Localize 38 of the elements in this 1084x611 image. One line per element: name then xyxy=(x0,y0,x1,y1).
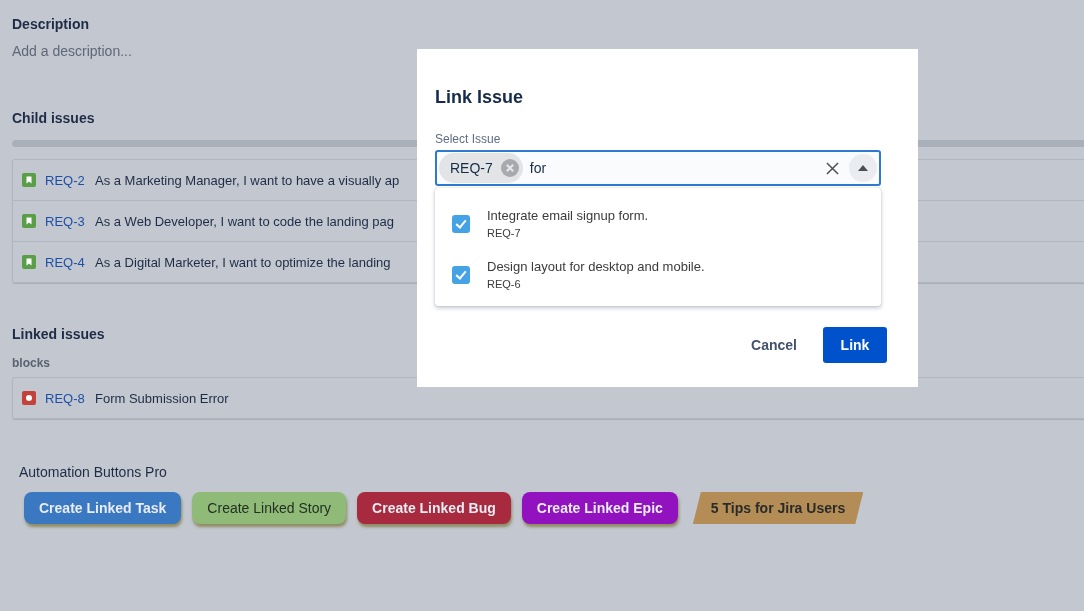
relation-label: blocks xyxy=(12,356,51,370)
issue-key-link[interactable]: REQ-8 xyxy=(45,390,95,406)
bookmark-icon xyxy=(22,173,36,187)
issue-key-link[interactable]: REQ-2 xyxy=(45,172,95,188)
automation-button[interactable]: Create Linked Story xyxy=(192,492,347,524)
option-title[interactable]: Integrate email signup form. xyxy=(487,208,649,223)
automation-button[interactable]: Create Linked Task xyxy=(24,492,182,524)
section-heading: Automation Buttons Pro xyxy=(19,464,168,480)
bug-icon xyxy=(22,391,36,405)
issue-summary: As a Marketing Manager, I want to have a visually ap xyxy=(95,172,400,188)
checkbox[interactable] xyxy=(452,214,470,233)
option-title[interactable]: Design layout for desktop and mobile. xyxy=(487,259,705,274)
automation-button[interactable]: 5 Tips for Jira Users xyxy=(692,492,864,524)
issue-select-field[interactable]: REQ-7 for xyxy=(435,150,881,186)
chip-label: REQ-7 xyxy=(450,160,493,176)
field-label: Select Issue xyxy=(435,132,502,146)
bookmark-icon xyxy=(22,214,36,228)
option-key: REQ-7 xyxy=(487,227,649,239)
clear-icon[interactable] xyxy=(826,161,839,175)
bookmark-icon xyxy=(22,255,36,269)
link-button[interactable]: Link xyxy=(823,327,887,363)
typed-text[interactable]: for xyxy=(529,160,547,176)
issue-summary: Form Submission Error xyxy=(95,390,229,406)
issue-key-link[interactable]: REQ-3 xyxy=(45,213,95,229)
section-heading: Description xyxy=(12,16,90,32)
automation-button[interactable]: Create Linked Bug xyxy=(357,492,511,524)
section-heading: Child issues xyxy=(12,110,96,126)
issue-summary: As a Digital Marketer, I want to optimize the landing xyxy=(95,254,391,270)
remove-icon[interactable] xyxy=(500,159,519,177)
section-heading: Linked issues xyxy=(12,326,106,342)
cancel-button[interactable]: Cancel xyxy=(735,327,813,363)
automation-button[interactable]: Create Linked Epic xyxy=(521,492,678,524)
dialog-title: Link Issue xyxy=(435,87,525,108)
checkbox[interactable] xyxy=(452,265,470,284)
issue-summary: As a Web Developer, I want to code the landing pag xyxy=(95,213,394,229)
issue-key-link[interactable]: REQ-4 xyxy=(45,254,95,270)
caret-icon[interactable] xyxy=(849,154,877,182)
option-key: REQ-6 xyxy=(487,278,705,290)
